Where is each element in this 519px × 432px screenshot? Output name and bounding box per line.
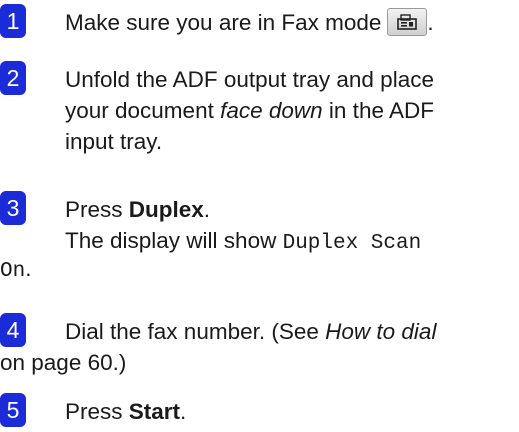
step-4-text: Dial the fax number. (See How to dial [65, 319, 437, 344]
step-2-number-badge: 2 [0, 61, 26, 95]
step-3-number-badge: 3 [0, 191, 26, 225]
step-2-text: Unfold the ADF output tray and place you… [65, 67, 434, 154]
step-4-number-badge: 4 [0, 313, 26, 347]
fax-mode-key-icon [387, 8, 428, 37]
step-3-text: Press Duplex. The display will show Dupl… [65, 197, 422, 255]
display-message-continued: On [0, 260, 26, 283]
step-5-text: Press Start. [65, 399, 187, 424]
display-message: Duplex Scan [282, 232, 422, 255]
step-1-text: Make sure you are in Fax mode. [65, 8, 434, 37]
step-1-number-badge: 1 [0, 4, 26, 38]
step-5-number-badge: 5 [0, 393, 26, 427]
